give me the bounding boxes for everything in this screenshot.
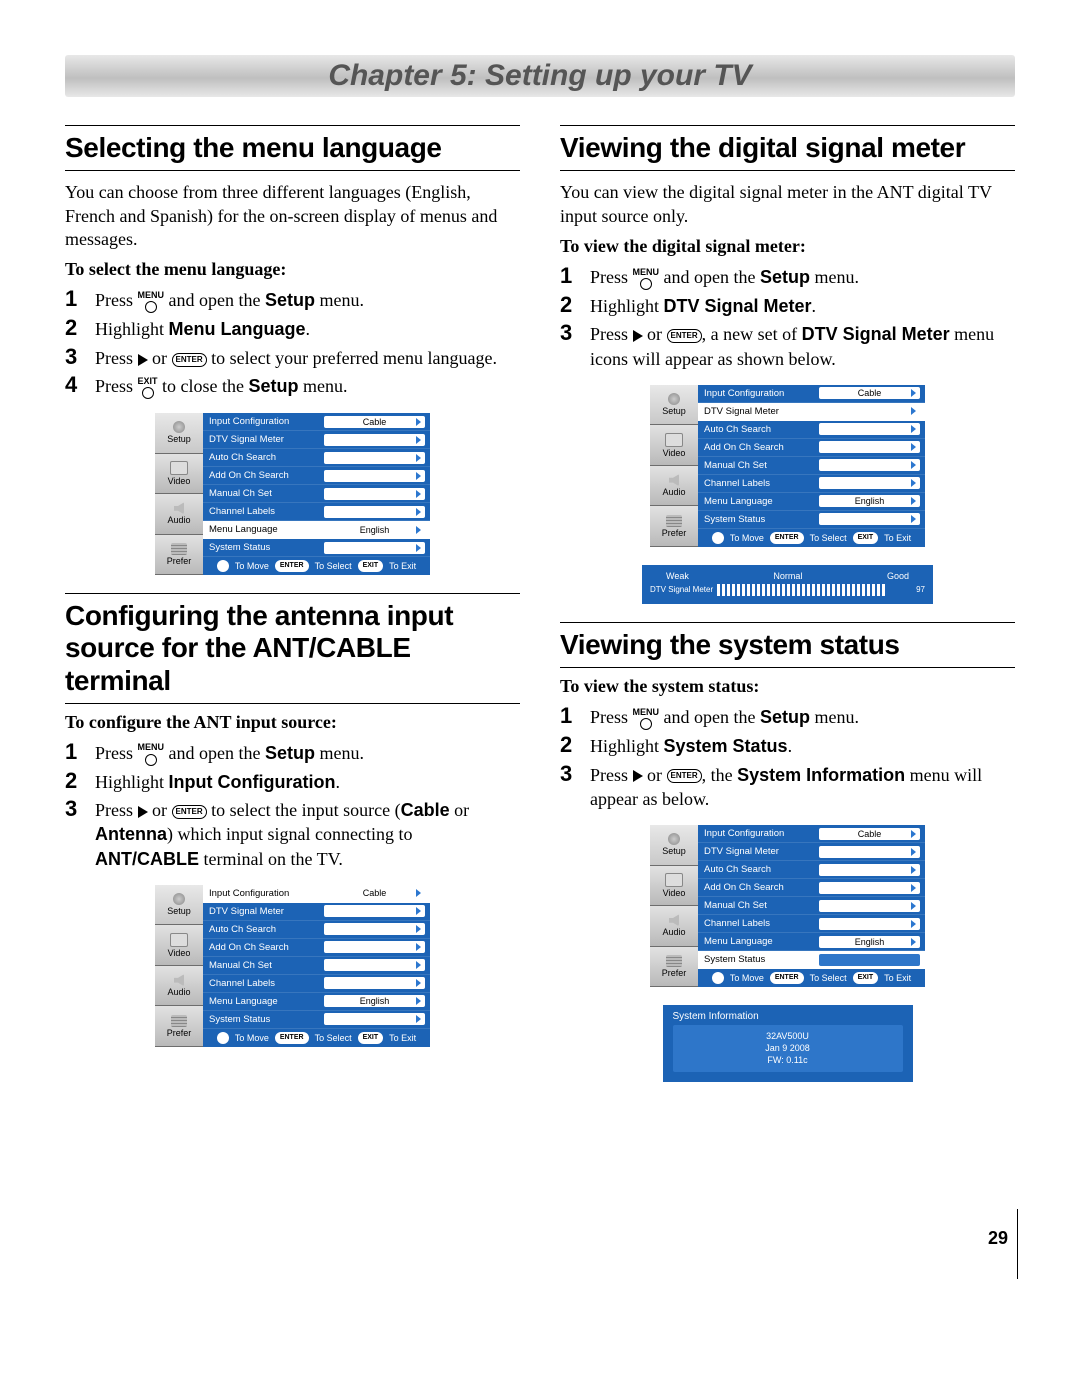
- step-3: Press or ENTER, the System Information m…: [560, 761, 1015, 814]
- osd-tab-audio: Audio: [650, 906, 698, 947]
- left-column: Selecting the menu language You can choo…: [65, 125, 520, 1082]
- steps-menu-language: Press MENU and open the Setup menu. High…: [65, 286, 520, 401]
- osd-tab-prefer: Prefer: [650, 947, 698, 988]
- signal-weak-label: Weak: [666, 571, 689, 581]
- osd-screenshot-dtv-signal: Setup Video Audio Prefer Input Configura…: [650, 385, 925, 547]
- play-icon: [138, 354, 148, 366]
- osd-tab-prefer: Prefer: [650, 506, 698, 547]
- osd-tab-prefer: Prefer: [155, 535, 203, 576]
- menu-button-icon: MENU: [138, 743, 165, 765]
- divider: [560, 125, 1015, 126]
- signal-bars-icon: [717, 584, 912, 596]
- enter-button-icon: ENTER: [172, 805, 207, 819]
- step-3: Press or ENTER, a new set of DTV Signal …: [560, 320, 1015, 373]
- section-title-menu-language: Selecting the menu language: [65, 132, 520, 164]
- osd-tab-video: Video: [155, 925, 203, 966]
- steps-system-status: Press MENU and open the Setup menu. High…: [560, 703, 1015, 813]
- osd-tab-prefer: Prefer: [155, 1006, 203, 1047]
- signal-meter-label: DTV Signal Meter: [650, 585, 713, 594]
- lead-in: To view the digital signal meter:: [560, 236, 1015, 257]
- osd-tab-setup: Setup: [650, 385, 698, 426]
- play-icon: [633, 770, 643, 782]
- enter-button-icon: ENTER: [667, 769, 702, 783]
- step-2: Highlight Input Configuration.: [65, 768, 520, 796]
- crop-mark: [1017, 1209, 1018, 1279]
- menu-button-icon: MENU: [138, 291, 165, 313]
- play-icon: [138, 806, 148, 818]
- section-title-digital-signal-meter: Viewing the digital signal meter: [560, 132, 1015, 164]
- step-1: Press MENU and open the Setup menu.: [65, 739, 520, 768]
- osd-screenshot-menu-language: Setup Video Audio Prefer Input Configura…: [155, 413, 430, 575]
- signal-normal-label: Normal: [773, 571, 802, 581]
- lead-in: To configure the ANT input source:: [65, 712, 520, 733]
- divider: [65, 703, 520, 704]
- steps-antenna-input: Press MENU and open the Setup menu. High…: [65, 739, 520, 873]
- divider: [560, 170, 1015, 171]
- sysinfo-date: Jan 9 2008: [679, 1043, 897, 1055]
- step-2: Highlight System Status.: [560, 732, 1015, 760]
- page-number: 29: [988, 1228, 1008, 1249]
- lead-in: To select the menu language:: [65, 259, 520, 280]
- lead-in: To view the system status:: [560, 676, 1015, 697]
- signal-value: 97: [916, 585, 925, 594]
- play-icon: [633, 330, 643, 342]
- osd-tab-audio: Audio: [155, 494, 203, 535]
- system-information-box: System Information 32AV500U Jan 9 2008 F…: [663, 1005, 913, 1082]
- section-title-system-status: Viewing the system status: [560, 629, 1015, 661]
- osd-tab-setup: Setup: [155, 885, 203, 926]
- menu-button-icon: MENU: [633, 268, 660, 290]
- step-1: Press MENU and open the Setup menu.: [560, 263, 1015, 292]
- step-2: Highlight DTV Signal Meter.: [560, 292, 1015, 320]
- right-column: Viewing the digital signal meter You can…: [560, 125, 1015, 1082]
- osd-tab-video: Video: [650, 425, 698, 466]
- sysinfo-heading: System Information: [673, 1011, 903, 1022]
- section-title-antenna-input: Configuring the antenna input source for…: [65, 600, 520, 697]
- steps-digital-signal-meter: Press MENU and open the Setup menu. High…: [560, 263, 1015, 373]
- osd-screenshot-input-config: Setup Video Audio Prefer Input Configura…: [155, 885, 430, 1047]
- enter-button-icon: ENTER: [667, 329, 702, 343]
- osd-screenshot-system-status: Setup Video Audio Prefer Input Configura…: [650, 825, 925, 987]
- step-3: Press or ENTER to select your preferred …: [65, 344, 520, 372]
- sysinfo-fw: FW: 0.11c: [679, 1055, 897, 1067]
- osd-tab-setup: Setup: [650, 825, 698, 866]
- step-3: Press or ENTER to select the input sourc…: [65, 796, 520, 873]
- divider: [65, 593, 520, 594]
- divider: [560, 667, 1015, 668]
- sysinfo-model: 32AV500U: [679, 1031, 897, 1043]
- signal-good-label: Good: [887, 571, 909, 581]
- dtv-signal-meter-box: Weak Normal Good DTV Signal Meter 97: [642, 565, 933, 604]
- osd-tab-video: Video: [155, 454, 203, 495]
- menu-button-icon: MENU: [633, 708, 660, 730]
- step-4: Press EXIT to close the Setup menu.: [65, 372, 520, 401]
- step-1: Press MENU and open the Setup menu.: [560, 703, 1015, 732]
- exit-button-icon: EXIT: [138, 377, 158, 399]
- divider: [65, 170, 520, 171]
- osd-tab-audio: Audio: [155, 966, 203, 1007]
- osd-tab-audio: Audio: [650, 466, 698, 507]
- osd-tab-setup: Setup: [155, 413, 203, 454]
- divider: [65, 125, 520, 126]
- intro-text: You can choose from three different lang…: [65, 181, 520, 251]
- divider: [560, 622, 1015, 623]
- chapter-banner: Chapter 5: Setting up your TV: [65, 55, 1015, 97]
- enter-button-icon: ENTER: [172, 353, 207, 367]
- step-1: Press MENU and open the Setup menu.: [65, 286, 520, 315]
- step-2: Highlight Menu Language.: [65, 315, 520, 343]
- intro-text: You can view the digital signal meter in…: [560, 181, 1015, 228]
- osd-tab-video: Video: [650, 866, 698, 907]
